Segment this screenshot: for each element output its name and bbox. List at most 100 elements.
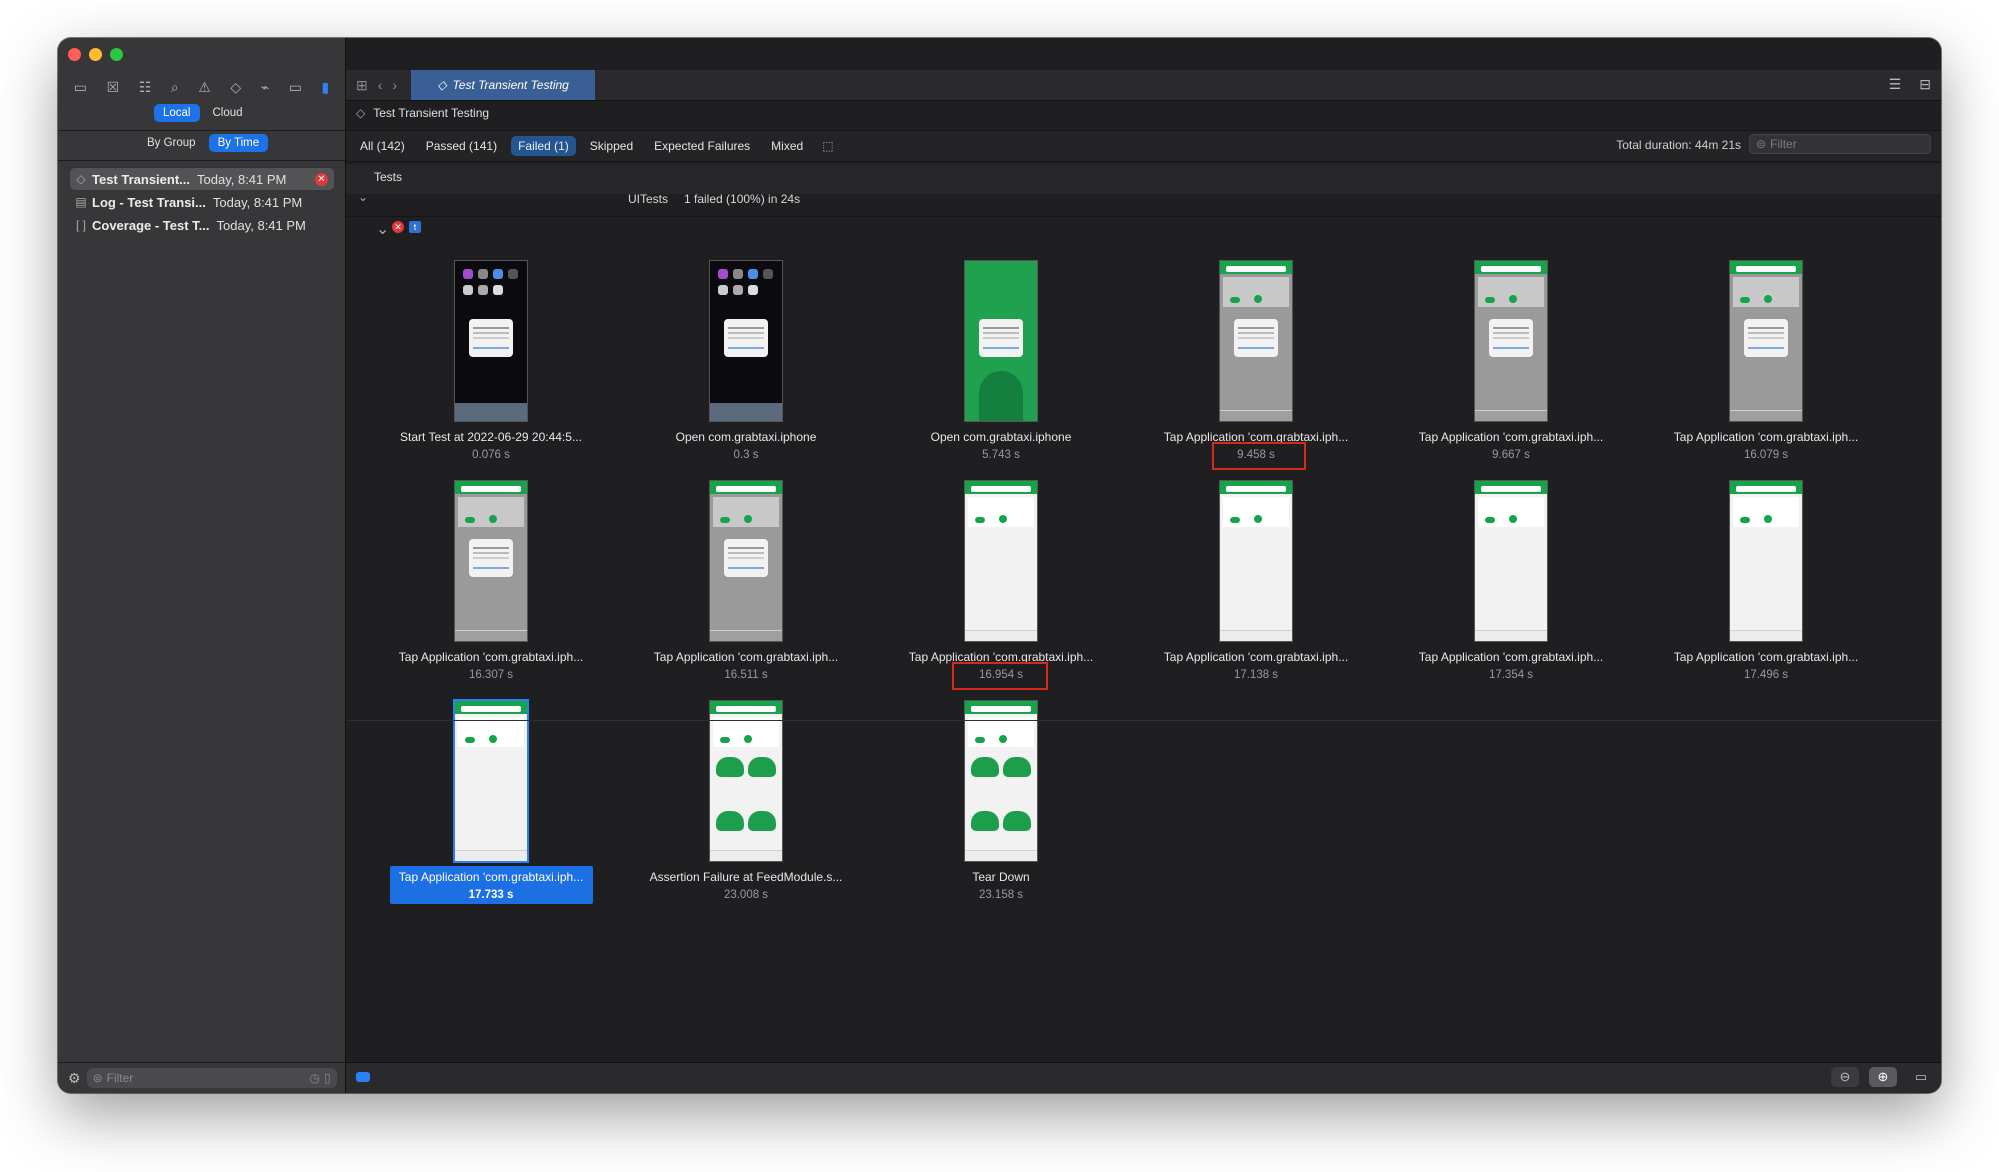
report-icon[interactable]: ▮ — [322, 79, 330, 96]
attachment-tile[interactable]: Start Test at 2022-06-29 20:44:5... 0.076… — [381, 260, 601, 470]
report-row-log[interactable]: ▤ Log - Test Transi... Today, 8:41 PM — [70, 191, 334, 213]
attachment-duration: 17.138 s — [1233, 669, 1279, 681]
tests-header-label: Tests — [374, 170, 403, 184]
zoom-window-button[interactable] — [110, 48, 123, 61]
zoom-in-icon[interactable]: ⊕ — [1869, 1067, 1897, 1087]
attachment-duration: 16.079 s — [1743, 449, 1789, 461]
attachment-tile[interactable]: Tap Application 'com.grabtaxi.iph... 16.3… — [381, 480, 601, 690]
attachment-label: Tap Application 'com.grabtaxi.iph... — [398, 870, 584, 884]
failed-x-icon: ✕ — [392, 221, 404, 233]
attachment-label: Tap Application 'com.grabtaxi.iph... — [1163, 650, 1349, 664]
by-group-segment[interactable]: By Group — [138, 134, 205, 152]
screenshot-thumbnail — [1729, 480, 1803, 642]
xcode-window: ▭ ☒ ☷ ⌕ ⚠ ◇ ⌁ ▭ ▮ Local Cloud By Group B… — [58, 38, 1941, 1093]
add-editor-icon[interactable]: ⊟ — [1919, 76, 1931, 93]
by-time-segment[interactable]: By Time — [208, 134, 269, 152]
report-row-coverage[interactable]: [ ] Coverage - Test T... Today, 8:41 PM — [70, 214, 334, 236]
breakpoint-icon[interactable]: ▭ — [289, 79, 302, 96]
filter-icon: ⊜ — [1756, 137, 1767, 151]
forward-icon[interactable]: › — [392, 77, 397, 93]
screenshot-thumbnail — [964, 260, 1038, 422]
attachment-tile[interactable]: Open com.grabtaxi.iphone 5.743 s — [891, 260, 1111, 470]
filter-passed[interactable]: Passed (141) — [419, 136, 504, 156]
attachment-duration: 23.158 s — [978, 889, 1024, 901]
attachment-tile[interactable]: Tap Application 'com.grabtaxi.iph... 9.66… — [1401, 260, 1621, 470]
attachment-label: Assertion Failure at FeedModule.s... — [649, 870, 843, 884]
suite-status: 1 failed (100%) in 24s — [684, 192, 801, 206]
coverage-icon: [ ] — [75, 218, 86, 232]
test-badge-icon: t — [409, 221, 421, 233]
source-control-icon[interactable]: ☒ — [107, 79, 120, 96]
filter-all[interactable]: All (142) — [353, 136, 412, 156]
attachment-tile[interactable]: Tap Application 'com.grabtaxi.iph... 17.1… — [1146, 480, 1366, 690]
filter-skipped[interactable]: Skipped — [583, 136, 640, 156]
breadcrumb-label[interactable]: Test Transient Testing — [373, 106, 489, 120]
local-segment[interactable]: Local — [154, 104, 200, 122]
editor-filter-field[interactable]: ⊜ Filter — [1749, 134, 1931, 154]
minimize-window-button[interactable] — [89, 48, 102, 61]
attachment-label: Tap Application 'com.grabtaxi.iph... — [1418, 650, 1604, 664]
attachment-tile[interactable]: Tap Application 'com.grabtaxi.iph... 16.9… — [891, 480, 1111, 690]
screenshot-thumbnail — [1219, 260, 1293, 422]
suite-name: UITests — [628, 192, 669, 206]
editor-options-icon[interactable]: ☰ — [1889, 76, 1902, 93]
attachment-tile[interactable]: Tear Down 23.158 s — [891, 700, 1111, 910]
screenshot-thumbnail — [709, 700, 783, 862]
document-filter-icon[interactable]: ▯ — [324, 1071, 331, 1085]
close-window-button[interactable] — [68, 48, 81, 61]
test-diamond-icon: ◇ — [437, 78, 447, 92]
test-diamond-icon: ◇ — [76, 172, 86, 186]
attachment-tile[interactable]: Tap Application 'com.grabtaxi.iph... 16.5… — [636, 480, 856, 690]
attachment-label: Tear Down — [972, 870, 1030, 884]
back-icon[interactable]: ‹ — [378, 77, 383, 93]
editor-bottom-bar: ⊖ ⊕ ▭ — [346, 1062, 1941, 1093]
recent-filter-icon[interactable]: ◷ — [309, 1071, 319, 1085]
attachment-tile[interactable]: Tap Application 'com.grabtaxi.iph... 17.4… — [1656, 480, 1876, 690]
tab-test-transient-testing[interactable]: ◇ Test Transient Testing — [411, 70, 596, 100]
chevron-down-icon[interactable]: ⌄ — [376, 219, 389, 239]
attachment-label: Tap Application 'com.grabtaxi.iph... — [398, 650, 584, 664]
suite-row[interactable]: ⌄ UITests 1 failed (100%) in 24s — [346, 188, 1941, 210]
report-time: Today, 8:41 PM — [212, 194, 303, 210]
filter-mixed[interactable]: Mixed — [764, 136, 810, 156]
cloud-segment[interactable]: Cloud — [204, 104, 252, 122]
attachment-duration: 17.496 s — [1743, 669, 1789, 681]
attachment-tile[interactable]: Tap Application 'com.grabtaxi.iph... 17.7… — [381, 699, 601, 910]
breadcrumb: ◇ Test Transient Testing — [356, 106, 489, 120]
screenshot-thumbnail — [1474, 480, 1548, 642]
attachment-tile[interactable]: Assertion Failure at FeedModule.s... 23.0… — [636, 700, 856, 910]
test-icon[interactable]: ◇ — [230, 79, 241, 96]
zoom-out-icon[interactable]: ⊖ — [1831, 1067, 1859, 1087]
camera-icon[interactable]: ⬚ — [822, 139, 833, 153]
test-diamond-icon: ◇ — [356, 106, 366, 120]
attachment-duration: 17.354 s — [1488, 669, 1534, 681]
gear-icon[interactable]: ⚙ — [68, 1070, 81, 1087]
screenshot-thumbnail — [709, 480, 783, 642]
attachment-duration: 0.3 s — [733, 449, 759, 461]
attachment-duration: 5.743 s — [982, 449, 1020, 461]
issue-icon[interactable]: ⚠ — [198, 79, 211, 96]
attachment-tile[interactable]: Tap Application 'com.grabtaxi.iph... 9.45… — [1146, 260, 1366, 470]
attachment-duration: 0.076 s — [472, 449, 510, 461]
filter-expected-failures[interactable]: Expected Failures — [647, 136, 757, 156]
report-row-test[interactable]: ◇ Test Transient... Today, 8:41 PM ✕ — [70, 168, 334, 190]
find-icon[interactable]: ⌕ — [171, 79, 179, 96]
attachment-tile[interactable]: Tap Application 'com.grabtaxi.iph... 16.0… — [1656, 260, 1876, 470]
debug-area-icon[interactable]: ▭ — [1907, 1067, 1935, 1087]
debug-icon[interactable]: ⌁ — [261, 79, 269, 96]
folder-icon[interactable]: ▭ — [74, 79, 87, 96]
report-name: Log - Test Transi... — [92, 194, 206, 210]
filter-failed[interactable]: Failed (1) — [511, 136, 576, 156]
tab-title: Test Transient Testing — [452, 78, 569, 92]
log-icon: ▤ — [75, 195, 87, 209]
grid-icon[interactable]: ⊞ — [356, 77, 368, 94]
attachment-duration: 16.511 s — [724, 669, 768, 681]
sidebar-filter-field[interactable]: ⊜ Filter ◷ ▯ — [86, 1068, 337, 1088]
attachment-tile[interactable]: Tap Application 'com.grabtaxi.iph... 17.3… — [1401, 480, 1621, 690]
navigator-sidebar: ▭ ☒ ☷ ⌕ ⚠ ◇ ⌁ ▭ ▮ Local Cloud By Group B… — [58, 38, 346, 1093]
symbol-icon[interactable]: ☷ — [139, 79, 152, 96]
chevron-down-icon[interactable]: ⌄ — [358, 190, 368, 204]
failed-test-row[interactable]: ⌄ ✕ t — [346, 216, 1941, 239]
screenshot-thumbnail — [453, 699, 529, 863]
attachment-tile[interactable]: Open com.grabtaxi.iphone 0.3 s — [636, 260, 856, 470]
